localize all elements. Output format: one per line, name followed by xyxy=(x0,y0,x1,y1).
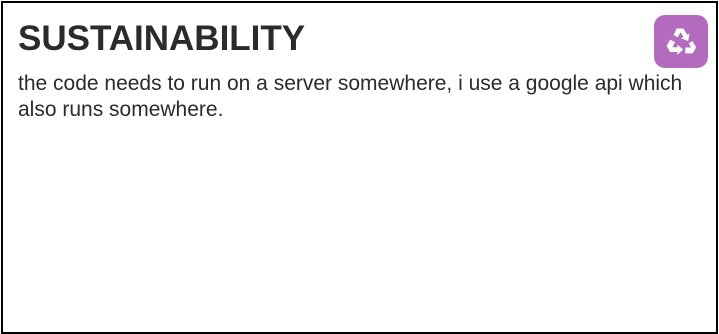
card-body-text: the code needs to run on a server somewh… xyxy=(18,72,683,121)
card-title: SUSTAINABILITY xyxy=(18,19,306,58)
recycle-icon-glyph xyxy=(666,28,697,55)
recycle-icon xyxy=(654,15,708,68)
sustainability-card: SUSTAINABILITY the code needs to run on … xyxy=(1,1,718,334)
